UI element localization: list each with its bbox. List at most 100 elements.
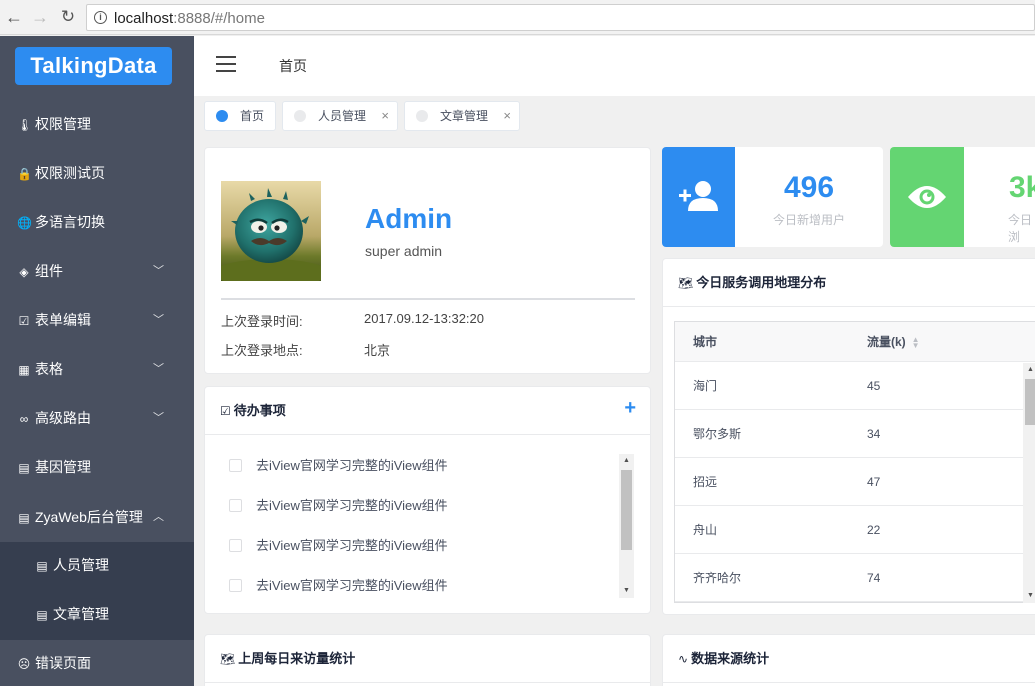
todo-text: 去iView官网学习完整的iView组件 [256,538,448,553]
weekly-card-header: 🗺 上周每日来访量统计 [205,635,650,683]
geo-card: 🗺 今日服务调用地理分布 城市 流量(k) ▲ ▼ 海门 45 鄂尔多斯 34 招远 … [662,258,1035,615]
divider [221,298,635,300]
close-icon[interactable]: × [503,102,511,130]
stat-label: 今日浏 [1008,213,1033,244]
logo[interactable]: TalkingData [15,47,172,85]
todo-checkbox[interactable] [229,459,242,472]
last-login-time-label: 上次登录时间: [221,314,303,329]
scrollbar-thumb[interactable] [1025,379,1035,425]
traffic-cell: 34 [867,427,881,441]
checkbox-icon: ☑ [220,404,231,418]
document-icon: ▤ [36,559,48,573]
add-user-icon [679,181,718,211]
document-icon: ▤ [36,608,48,622]
document-icon: ▤ [18,461,30,475]
geo-table: 城市 流量(k) ▲ ▼ 海门 45 鄂尔多斯 34 招远 47 舟山 22 齐齐哈… [674,321,1035,603]
sidebar-item-label: 多语言切换 [35,214,105,230]
stat-label: 今日新增用户 [773,213,846,227]
sidebar-item-label: 表格 [35,361,63,377]
sort-icon[interactable]: ▲ ▼ [912,335,920,349]
close-icon[interactable]: × [381,102,389,130]
todo-checkbox[interactable] [229,579,242,592]
info-icon[interactable]: i [94,11,107,24]
last-login-place-label: 上次登录地点: [221,343,303,358]
sidebar-item-label: 权限测试页 [35,165,105,181]
sidebar-item-components[interactable]: ◈ 组件 ﹀ [0,247,194,296]
breadcrumb[interactable]: 首页 [279,56,307,76]
sidebar-item-form[interactable]: ☑ 表单编辑 ﹀ [0,296,194,345]
todo-card-header: ☑ 待办事项 [205,387,650,435]
table-row: 鄂尔多斯 34 [675,410,1035,458]
chevron-down-icon: ﹀ [153,363,164,375]
todo-checkbox[interactable] [229,539,242,552]
tag-staff[interactable]: 人员管理 × [282,101,398,131]
url-path: :8888/#/home [173,10,265,27]
geo-card-header: 🗺 今日服务调用地理分布 [663,259,1035,307]
traffic-cell: 22 [867,523,881,537]
sidebar-item-label: 高级路由 [35,410,91,426]
scrollbar-thumb[interactable] [621,470,632,550]
back-icon[interactable]: ← [2,5,26,29]
todo-scrollbar[interactable]: ▲ ▼ [619,454,634,598]
sidebar-item-permission-test[interactable]: 🔒 权限测试页 [0,149,194,198]
sidebar-item-advanced-router[interactable]: ∞ 高级路由 ﹀ [0,394,194,443]
user-role: super admin [365,243,443,259]
tag-bar: 首页 人员管理 × 文章管理 × [194,96,1035,136]
todo-text: 去iView官网学习完整的iView组件 [256,498,448,513]
sidebar-item-gene[interactable]: ▤ 基因管理 [0,443,194,492]
chevron-down-icon: ﹀ [153,314,164,326]
url-text[interactable]: localhost:8888/#/home [114,10,265,27]
reload-icon[interactable]: ↻ [56,5,80,29]
todo-title: 待办事项 [233,403,286,418]
scroll-up-icon[interactable]: ▲ [619,454,634,468]
stat-card-new-users: 496 今日新增用户 [662,147,883,247]
column-header-traffic[interactable]: 流量(k) ▲ ▼ [867,322,920,362]
sidebar-item-label: 人员管理 [53,557,109,573]
traffic-cell: 45 [867,379,881,393]
pulse-icon: ∿ [678,652,689,666]
sidebar-item-table[interactable]: ▦ 表格 ﹀ [0,345,194,394]
sidebar-subitem-staff[interactable]: ▤ 人员管理 [0,541,194,590]
sidebar-item-permission[interactable]: 🌡 权限管理 [0,100,194,149]
eye-icon [908,186,946,208]
sidebar: TalkingData 🌡 权限管理 🔒 权限测试页 🌐 多语言切换 ◈ 组件 ﹀ ☑ 表… [0,36,194,686]
tag-home[interactable]: 首页 [204,101,276,131]
todo-text: 去iView官网学习完整的iView组件 [256,578,448,593]
add-todo-button[interactable]: + [624,397,636,420]
browser-toolbar: ← → ↻ i localhost:8888/#/home [0,0,1035,35]
sidebar-item-label: 权限管理 [35,116,91,132]
checkbox-icon: ☑ [18,314,30,328]
geo-title: 今日服务调用地理分布 [696,275,827,290]
menu-toggle-icon[interactable] [216,56,236,72]
geo-table-scrollbar[interactable]: ▲ ▼ [1023,363,1035,603]
stat-value: 3k [1009,171,1035,204]
tag-label: 首页 [240,109,265,123]
column-header-city: 城市 [693,335,718,349]
avatar [221,181,321,281]
scroll-up-icon[interactable]: ▲ [1023,363,1035,377]
stat-icon-block [890,147,964,247]
forward-icon[interactable]: → [28,5,52,29]
column-header-label: 流量(k) [867,335,906,349]
tag-articles[interactable]: 文章管理 × [404,101,520,131]
sidebar-item-error[interactable]: ☹ 错误页面 [0,639,194,686]
map-icon: 🗺 [220,652,236,666]
scroll-down-icon[interactable]: ▼ [1023,589,1035,603]
sidebar-item-label: 基因管理 [35,459,91,475]
sidebar-item-label: 表单编辑 [35,312,91,328]
dot-icon [416,110,428,122]
sidebar-item-language[interactable]: 🌐 多语言切换 [0,198,194,247]
grid-icon: ▦ [18,363,30,377]
last-login-time-value: 2017.09.12-13:32:20 [364,311,484,326]
sidebar-item-zyaweb[interactable]: ▤ ZyaWeb后台管理 ︿ [0,493,194,542]
traffic-cell: 74 [867,571,881,585]
sad-face-icon: ☹ [17,657,31,671]
sidebar-subitem-articles[interactable]: ▤ 文章管理 [0,590,194,639]
user-card: Admin super admin 上次登录时间: 2017.09.12-13:… [204,147,651,374]
source-card-header: ∿ 数据来源统计 [663,635,1035,683]
dot-icon [294,110,306,122]
scroll-down-icon[interactable]: ▼ [619,584,634,598]
address-bar[interactable]: i localhost:8888/#/home [86,4,1035,31]
todo-checkbox[interactable] [229,499,242,512]
layers-icon: ◈ [19,265,29,279]
